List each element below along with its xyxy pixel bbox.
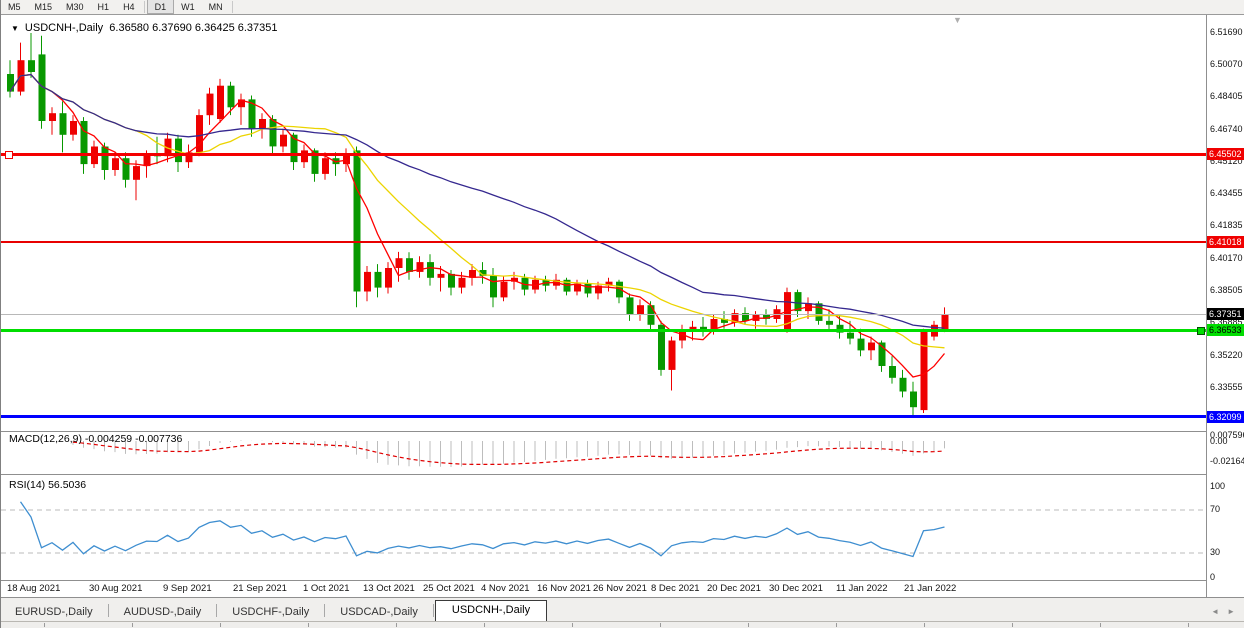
price-axis-label: 6.41835 <box>1210 220 1243 230</box>
candlestick-chart[interactable] <box>1 14 1206 431</box>
one-click-trading-arrow-icon[interactable]: ▼ <box>11 24 19 33</box>
macd-indicator-title: MACD(12,26,9) -0.004259 -0.007736 <box>9 433 183 445</box>
price-axis-label: 6.50070 <box>1210 59 1243 69</box>
bottom-strip-tick <box>1012 623 1013 627</box>
bottom-strip-tick <box>572 623 573 627</box>
line-anchor-handle[interactable] <box>5 151 13 160</box>
trading-terminal-window: M5 M15 M30 H1 H4 D1 W1 MN ▼ USDCNH-,Daily 6.3658… <box>0 0 1244 628</box>
chart-tab-bar: EURUSD-,Daily AUDUSD-,Daily USDCHF-,Daily U… <box>1 597 1244 622</box>
bottom-strip-tick <box>1188 623 1189 627</box>
date-axis-label: 4 Nov 2021 <box>481 583 530 594</box>
timeframe-button-h4[interactable]: H4 <box>116 0 142 14</box>
support-line[interactable] <box>1 415 1206 418</box>
timeframe-toolbar: M5 M15 M30 H1 H4 D1 W1 MN <box>1 0 1244 15</box>
timeframe-button-m30[interactable]: M30 <box>59 0 91 14</box>
timeframe-button-mn[interactable]: MN <box>202 0 230 14</box>
date-axis-label: 9 Sep 2021 <box>163 583 212 594</box>
timeframe-button-m5[interactable]: M5 <box>1 0 28 14</box>
bottom-strip-tick <box>132 623 133 627</box>
date-axis-label: 30 Dec 2021 <box>769 583 823 594</box>
timeframe-button-d1[interactable]: D1 <box>146 0 175 14</box>
chart-symbol-label: USDCNH-,Daily <box>24 22 104 34</box>
price-axis-label: 6.46740 <box>1210 124 1243 134</box>
current-price-line[interactable] <box>1 314 1206 315</box>
tab-separator <box>216 604 218 617</box>
bottom-strip-tick <box>396 623 397 627</box>
macd-axis-label: 0.00 <box>1210 436 1228 446</box>
macd-panel-separator[interactable] <box>1 431 1206 432</box>
date-axis-label: 20 Dec 2021 <box>707 583 761 594</box>
bottom-strip-tick <box>1100 623 1101 627</box>
chart-tab-audusd[interactable]: AUDUSD-,Daily <box>110 603 216 622</box>
tab-scroll-arrows: ◄ ► <box>1211 607 1244 622</box>
bottom-strip-tick <box>484 623 485 627</box>
date-axis-label: 16 Nov 2021 <box>537 583 591 594</box>
bottom-strip-tick <box>44 623 45 627</box>
scroll-to-end-icon[interactable]: ▼ <box>953 15 962 25</box>
chart-tab-usdcnh[interactable]: USDCNH-,Daily <box>434 600 548 622</box>
bottom-strip-tick <box>748 623 749 627</box>
price-badge: 6.36533 <box>1207 324 1244 336</box>
timeframe-button-h1[interactable]: H1 <box>91 0 117 14</box>
date-axis-label: 11 Jan 2022 <box>836 583 888 594</box>
date-axis-label: 26 Nov 2021 <box>593 583 647 594</box>
tab-separator <box>107 604 109 617</box>
rsi-panel-separator[interactable] <box>1 474 1206 475</box>
price-axis-label: 6.48405 <box>1210 91 1243 101</box>
tab-scroll-right-icon[interactable]: ► <box>1227 607 1235 616</box>
support-line[interactable] <box>1 329 1206 332</box>
chart-tab-usdcad[interactable]: USDCAD-,Daily <box>326 603 432 622</box>
date-axis-label: 18 Aug 2021 <box>7 583 61 594</box>
date-axis-label: 21 Jan 2022 <box>904 583 957 594</box>
bottom-strip-tick <box>924 623 925 627</box>
rsi-panel-chart[interactable] <box>1 475 1206 579</box>
chart-tab-usdchf[interactable]: USDCHF-,Daily <box>218 603 323 622</box>
price-axis-label: 6.38505 <box>1210 285 1243 295</box>
tab-scroll-left-icon[interactable]: ◄ <box>1211 607 1219 616</box>
price-badge: 6.37351 <box>1207 308 1244 320</box>
price-badge: 6.41018 <box>1207 236 1244 248</box>
bottom-strip-tick <box>308 623 309 627</box>
bottom-edge-strip <box>1 621 1244 628</box>
date-axis-separator <box>1 580 1206 581</box>
date-axis-label: 13 Oct 2021 <box>363 583 415 594</box>
rsi-axis-label: 100 <box>1210 481 1226 491</box>
rsi-axis-label: 30 <box>1210 547 1221 557</box>
price-badge: 6.45502 <box>1207 148 1244 160</box>
tab-separator <box>324 604 326 617</box>
bottom-strip-tick <box>660 623 661 627</box>
price-badge: 6.32099 <box>1207 411 1244 423</box>
price-axis-label: 6.43455 <box>1210 188 1243 198</box>
rsi-axis-label: 70 <box>1210 504 1221 514</box>
toolbar-separator <box>143 1 145 13</box>
date-axis-label: 21 Sep 2021 <box>233 583 287 594</box>
date-axis-label: 8 Dec 2021 <box>651 583 700 594</box>
resistance-line[interactable] <box>1 241 1206 243</box>
chart-tab-eurusd[interactable]: EURUSD-,Daily <box>1 603 107 622</box>
bottom-strip-tick <box>220 623 221 627</box>
chart-ohlc-quote: 6.36580 6.37690 6.36425 6.37351 <box>109 22 278 34</box>
price-axis-label: 6.35220 <box>1210 350 1243 360</box>
price-axis-label: 6.51690 <box>1210 27 1243 37</box>
line-anchor-handle[interactable] <box>1197 327 1205 336</box>
toolbar-separator <box>231 1 233 13</box>
timeframe-button-m15[interactable]: M15 <box>28 0 60 14</box>
date-axis-label: 25 Oct 2021 <box>423 583 475 594</box>
timeframe-button-w1[interactable]: W1 <box>174 0 202 14</box>
macd-axis-label: -0.02164 <box>1210 456 1244 466</box>
price-axis-label: 6.33555 <box>1210 382 1243 392</box>
chart-title: ▼ USDCNH-,Daily 6.36580 6.37690 6.36425 6… <box>11 22 278 34</box>
resistance-line[interactable] <box>1 153 1206 156</box>
price-axis-label: 6.40170 <box>1210 253 1243 263</box>
rsi-axis-label: 0 <box>1210 572 1216 582</box>
tab-separator <box>432 604 434 617</box>
price-axis-border <box>1206 14 1207 597</box>
bottom-strip-tick <box>836 623 837 627</box>
date-axis-label: 30 Aug 2021 <box>89 583 143 594</box>
date-axis-label: 1 Oct 2021 <box>303 583 350 594</box>
rsi-indicator-title: RSI(14) 56.5036 <box>9 479 87 491</box>
